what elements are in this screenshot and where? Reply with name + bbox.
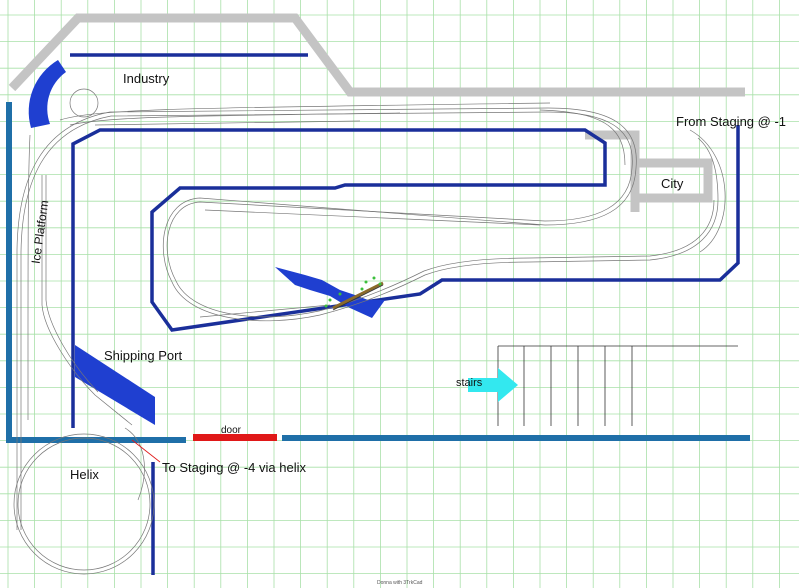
layout-plan: Industry From Staging @ -1 City Ice Plat… bbox=[0, 0, 799, 588]
shipping-port-label: Shipping Port bbox=[104, 348, 183, 363]
track bbox=[13, 88, 726, 575]
from-staging-label: From Staging @ -1 bbox=[676, 114, 787, 129]
water bbox=[28, 60, 385, 425]
helix-outer bbox=[13, 433, 155, 575]
ice-platform-spur-c bbox=[27, 134, 31, 420]
industry-label: Industry bbox=[123, 71, 170, 86]
to-staging-label: To Staging @ -4 via helix bbox=[162, 460, 306, 475]
stairs-label: stairs bbox=[456, 377, 483, 389]
track-plan-drawing bbox=[0, 0, 799, 588]
helix-inner bbox=[17, 437, 151, 571]
main-line-outer bbox=[16, 107, 719, 530]
footer-caption: Donna with 3TrkCad bbox=[377, 580, 423, 586]
road-city bbox=[585, 130, 640, 212]
roads bbox=[8, 13, 745, 212]
city-label: City bbox=[661, 176, 684, 191]
turntable bbox=[69, 88, 99, 118]
to-staging-leader bbox=[131, 439, 161, 463]
helix-label: Helix bbox=[70, 467, 99, 482]
door-label: door bbox=[221, 425, 242, 436]
